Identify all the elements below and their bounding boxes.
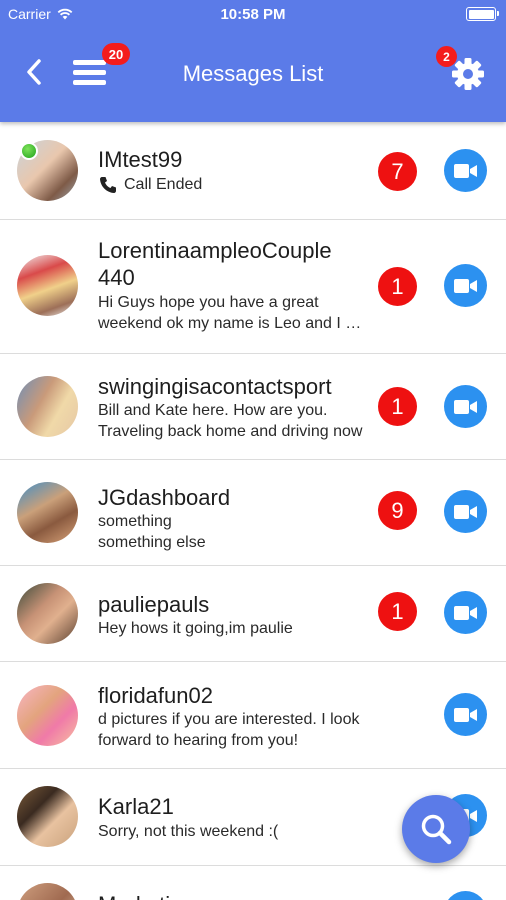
video-camera-icon <box>453 399 477 414</box>
unread-count-badge: 7 <box>378 152 417 191</box>
avatar[interactable] <box>17 376 78 437</box>
unread-count-badge: 9 <box>378 491 417 530</box>
video-call-button[interactable] <box>444 891 487 900</box>
unread-count-badge: 1 <box>378 387 417 426</box>
unread-count-badge: 1 <box>378 267 417 306</box>
conversation-row[interactable]: Marketing <box>0 866 506 900</box>
message-preview: Hey hows it going,im paulie <box>98 620 293 637</box>
video-call-button[interactable] <box>444 385 487 428</box>
status-time: 10:58 PM <box>220 6 286 23</box>
conversation-row[interactable]: swingingisacontactsport Bill and Kate he… <box>0 354 506 460</box>
contact-name: Karla21 <box>98 794 174 819</box>
video-camera-icon <box>453 605 477 620</box>
page-title: Messages List <box>182 61 324 86</box>
conversation-row[interactable]: JGdashboard something something else 9 <box>0 460 506 566</box>
conversation-row[interactable]: IMtest99 Call Ended 7 <box>0 122 506 220</box>
video-call-button[interactable] <box>444 490 487 533</box>
search-icon <box>421 814 452 845</box>
message-preview-line: forward to hearing from you! <box>98 732 299 749</box>
conversation-row[interactable]: LorentinaampleoCouple 440 Hi Guys hope y… <box>0 220 506 354</box>
unread-count-badge: 1 <box>378 592 417 631</box>
contact-name: LorentinaampleoCouple 440 <box>98 238 332 290</box>
call-status-text: Call Ended <box>124 176 203 193</box>
video-camera-icon <box>453 504 477 519</box>
conversation-list: IMtest99 Call Ended 7 LorentinaampleoCou… <box>0 122 506 900</box>
video-call-button[interactable] <box>444 149 487 192</box>
contact-name: Marketing <box>98 891 363 900</box>
avatar[interactable] <box>17 685 78 746</box>
online-status-indicator <box>20 142 38 160</box>
message-preview: Call Ended <box>98 175 366 196</box>
message-preview-line: Hi Guys hope you have a great <box>98 294 319 311</box>
message-preview-line: something else <box>98 534 206 551</box>
settings-notification-badge: 2 <box>436 46 457 67</box>
video-camera-icon <box>453 163 477 178</box>
video-call-button[interactable] <box>444 591 487 634</box>
avatar[interactable] <box>17 255 78 316</box>
conversation-row[interactable]: pauliepauls Hey hows it going,im paulie … <box>0 566 506 662</box>
video-camera-icon <box>453 707 477 722</box>
avatar[interactable] <box>17 583 78 644</box>
phone-icon <box>100 177 116 194</box>
contact-name: floridafun02 <box>98 683 213 708</box>
message-preview-line: Traveling back home and driving now <box>98 423 363 440</box>
video-camera-icon <box>453 278 477 293</box>
message-preview-line: Bill and Kate here. How are you. <box>98 402 328 419</box>
message-preview-line: weekend ok my name is Leo and I am <box>98 315 366 332</box>
avatar[interactable] <box>17 482 78 543</box>
message-preview-line: something <box>98 513 172 530</box>
video-call-button[interactable] <box>444 693 487 736</box>
avatar[interactable] <box>17 786 78 847</box>
app-header: Carrier 10:58 PM 20 Messages List 2 <box>0 0 506 122</box>
message-preview-line: d pictures if you are interested. I look <box>98 711 360 728</box>
conversation-row[interactable]: floridafun02 d pictures if you are inter… <box>0 662 506 769</box>
contact-name: pauliepauls <box>98 592 210 617</box>
avatar[interactable] <box>17 883 78 900</box>
video-call-button[interactable] <box>444 264 487 307</box>
contact-name: swingingisacontactsport <box>98 374 332 399</box>
status-bar: Carrier 10:58 PM <box>0 0 506 28</box>
contact-name: JGdashboard <box>98 485 231 510</box>
message-preview: Sorry, not this weekend :( <box>98 823 279 840</box>
battery-icon <box>466 7 499 21</box>
search-fab-button[interactable] <box>402 795 470 863</box>
contact-name: IMtest99 <box>98 147 183 172</box>
